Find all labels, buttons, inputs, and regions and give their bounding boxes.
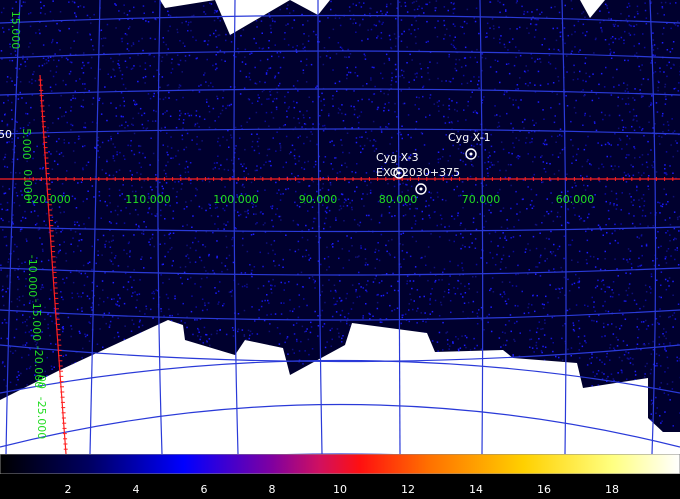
lat-label-minus15: -15.000 (30, 299, 43, 341)
lon-label-70: 70.000 (462, 193, 501, 206)
lat-label-0: 0.000 (21, 169, 34, 201)
colorbar-tick-label: 12 (401, 483, 415, 496)
edge-fragment-label: 50 (0, 128, 12, 141)
sky-map-viewer: 12 0.000 110.000 100.000 90.000 80.000 70… (0, 0, 680, 499)
sky-image[interactable]: 120.000 110.000 100.000 90.000 80.000 70… (0, 0, 680, 454)
lon-label-80: 80.000 (379, 193, 418, 206)
colorbar-tick-label: 16 (537, 483, 551, 496)
colorbar-tick-label: 8 (268, 483, 276, 496)
edge-fragment-label-2: 00 (35, 375, 48, 389)
source-dot-icon (419, 187, 423, 191)
colorbar-tick-label: 10 (333, 483, 347, 496)
lat-label-minus25: -25.000 (35, 397, 48, 439)
colorbar-tick-label: 2 (64, 483, 72, 496)
colorbar-tick-label: 4 (132, 483, 140, 496)
lat-label-15: 15.000 (9, 11, 22, 50)
colorbar-gradient (0, 454, 680, 474)
lon-label-90: 90.000 (299, 193, 338, 206)
colorbar: 2 4 6 8 10 12 14 16 18 (0, 454, 680, 499)
lon-label-60: 60.000 (556, 193, 595, 206)
source-label: Cyg X-3 (376, 151, 419, 164)
lat-label-5: 5.000 (20, 128, 33, 160)
colorbar-tick-label: 6 (200, 483, 208, 496)
colorbar-tick-label: 18 (605, 483, 619, 496)
source-label: EXO 2030+375 (376, 166, 460, 179)
colorbar-tick-label: 14 (469, 483, 483, 496)
source-dot-icon (469, 152, 473, 156)
lon-label-110: 110.000 (125, 193, 171, 206)
source-label: Cyg X-1 (448, 131, 491, 144)
lon-label-100: 100.000 (213, 193, 259, 206)
lat-label-minus10: -10.000 (26, 255, 39, 297)
